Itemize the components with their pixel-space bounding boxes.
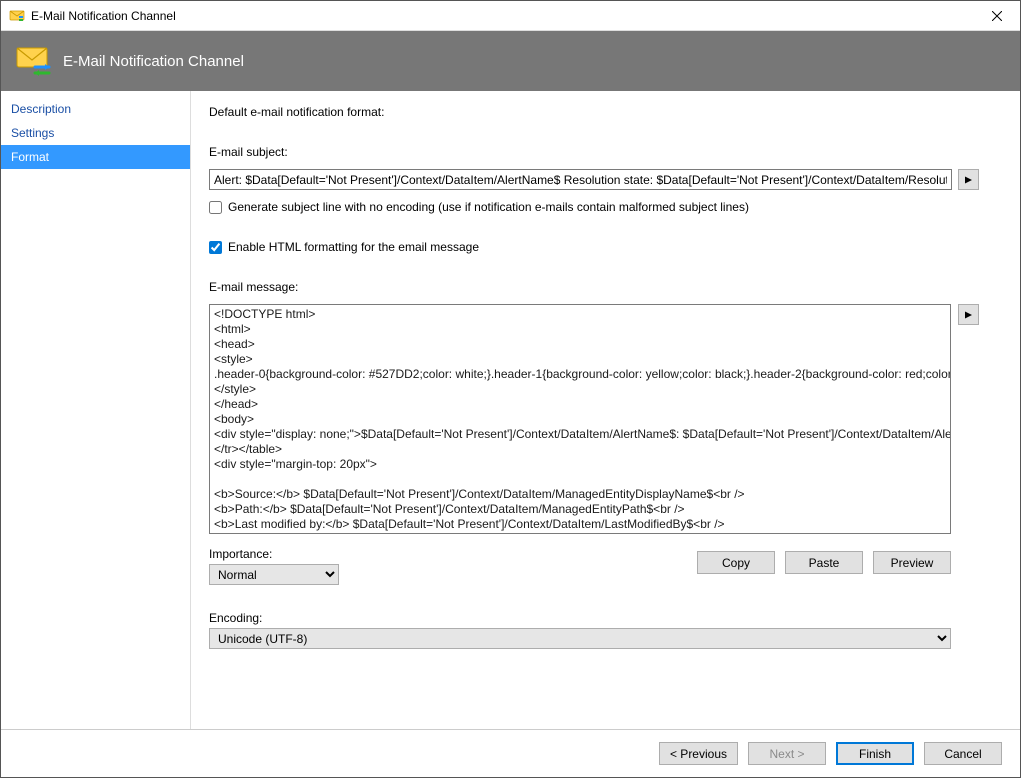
importance-label: Importance: bbox=[209, 547, 339, 561]
encoding-label: Encoding: bbox=[209, 611, 1002, 625]
generate-subject-row: Generate subject line with no encoding (… bbox=[209, 200, 1002, 214]
banner: E-Mail Notification Channel bbox=[1, 31, 1020, 91]
default-format-label: Default e-mail notification format: bbox=[209, 105, 1002, 119]
enable-html-row: Enable HTML formatting for the email mes… bbox=[209, 240, 1002, 254]
sidebar-item-description[interactable]: Description bbox=[1, 97, 190, 121]
titlebar: E-Mail Notification Channel bbox=[1, 1, 1020, 31]
enable-html-label: Enable HTML formatting for the email mes… bbox=[228, 240, 479, 254]
message-label: E-mail message: bbox=[209, 280, 1002, 294]
encoding-group: Encoding: Unicode (UTF-8) bbox=[209, 611, 1002, 649]
paste-button[interactable]: Paste bbox=[785, 551, 863, 574]
subject-input[interactable] bbox=[209, 169, 952, 190]
message-variable-button[interactable] bbox=[958, 304, 979, 325]
sidebar-item-settings[interactable]: Settings bbox=[1, 121, 190, 145]
window-title: E-Mail Notification Channel bbox=[31, 9, 974, 23]
app-icon bbox=[9, 8, 25, 24]
content-pane: Default e-mail notification format: E-ma… bbox=[191, 91, 1020, 729]
encoding-select[interactable]: Unicode (UTF-8) bbox=[209, 628, 951, 649]
dialog-window: E-Mail Notification Channel E-Mail Notif… bbox=[0, 0, 1021, 778]
importance-group: Importance: Normal bbox=[209, 547, 339, 585]
importance-select[interactable]: Normal bbox=[209, 564, 339, 585]
close-button[interactable] bbox=[974, 1, 1020, 31]
banner-title: E-Mail Notification Channel bbox=[63, 53, 244, 70]
finish-button[interactable]: Finish bbox=[836, 742, 914, 765]
body: Description Settings Format Default e-ma… bbox=[1, 91, 1020, 729]
mail-channel-icon bbox=[15, 43, 51, 79]
copy-button[interactable]: Copy bbox=[697, 551, 775, 574]
previous-button[interactable]: < Previous bbox=[659, 742, 738, 765]
subject-label: E-mail subject: bbox=[209, 145, 1002, 159]
enable-html-checkbox[interactable] bbox=[209, 241, 222, 254]
sidebar-item-format[interactable]: Format bbox=[1, 145, 190, 169]
message-textarea[interactable] bbox=[209, 304, 951, 534]
subject-variable-button[interactable] bbox=[958, 169, 979, 190]
cancel-button[interactable]: Cancel bbox=[924, 742, 1002, 765]
footer: < Previous Next > Finish Cancel bbox=[1, 729, 1020, 777]
preview-button[interactable]: Preview bbox=[873, 551, 951, 574]
generate-subject-checkbox[interactable] bbox=[209, 201, 222, 214]
sidebar: Description Settings Format bbox=[1, 91, 191, 729]
generate-subject-label: Generate subject line with no encoding (… bbox=[228, 200, 749, 214]
next-button: Next > bbox=[748, 742, 826, 765]
